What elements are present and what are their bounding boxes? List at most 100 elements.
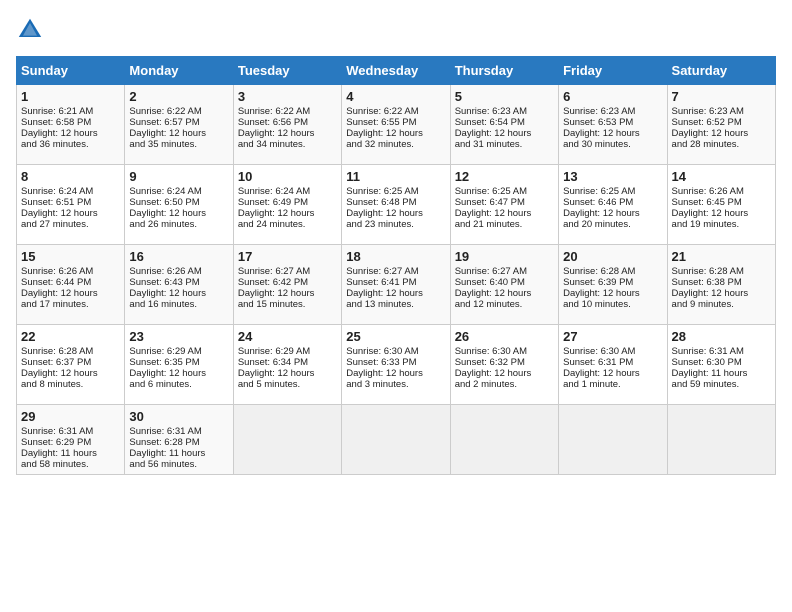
calendar-cell: 5Sunrise: 6:23 AMSunset: 6:54 PMDaylight… bbox=[450, 85, 558, 165]
day-info: Sunset: 6:41 PM bbox=[346, 277, 445, 288]
day-info: and 20 minutes. bbox=[563, 219, 662, 230]
calendar-week-4: 22Sunrise: 6:28 AMSunset: 6:37 PMDayligh… bbox=[17, 325, 776, 405]
day-info: Daylight: 12 hours bbox=[238, 208, 337, 219]
day-info: Sunset: 6:52 PM bbox=[672, 117, 771, 128]
day-info: Daylight: 11 hours bbox=[129, 448, 228, 459]
day-info: Sunset: 6:57 PM bbox=[129, 117, 228, 128]
day-info: Sunrise: 6:25 AM bbox=[346, 186, 445, 197]
header-wednesday: Wednesday bbox=[342, 57, 450, 85]
day-number: 8 bbox=[21, 169, 120, 184]
day-info: Sunset: 6:56 PM bbox=[238, 117, 337, 128]
day-number: 25 bbox=[346, 329, 445, 344]
day-info: Sunset: 6:32 PM bbox=[455, 357, 554, 368]
day-info: and 5 minutes. bbox=[238, 379, 337, 390]
calendar-cell: 2Sunrise: 6:22 AMSunset: 6:57 PMDaylight… bbox=[125, 85, 233, 165]
day-info: Sunrise: 6:21 AM bbox=[21, 106, 120, 117]
calendar-cell: 22Sunrise: 6:28 AMSunset: 6:37 PMDayligh… bbox=[17, 325, 125, 405]
day-info: Sunset: 6:30 PM bbox=[672, 357, 771, 368]
day-info: Daylight: 12 hours bbox=[563, 368, 662, 379]
calendar-week-1: 1Sunrise: 6:21 AMSunset: 6:58 PMDaylight… bbox=[17, 85, 776, 165]
day-info: Sunrise: 6:25 AM bbox=[455, 186, 554, 197]
calendar-week-5: 29 Sunrise: 6:31 AM Sunset: 6:29 PM Dayligh… bbox=[17, 405, 776, 475]
day-info: and 56 minutes. bbox=[129, 459, 228, 470]
day-number: 15 bbox=[21, 249, 120, 264]
day-info: Daylight: 12 hours bbox=[563, 288, 662, 299]
day-info: Sunrise: 6:27 AM bbox=[238, 266, 337, 277]
calendar-week-3: 15Sunrise: 6:26 AMSunset: 6:44 PMDayligh… bbox=[17, 245, 776, 325]
day-info: Sunrise: 6:30 AM bbox=[346, 346, 445, 357]
day-number: 22 bbox=[21, 329, 120, 344]
day-info: Daylight: 12 hours bbox=[21, 128, 120, 139]
calendar-cell: 4Sunrise: 6:22 AMSunset: 6:55 PMDaylight… bbox=[342, 85, 450, 165]
day-info: Daylight: 12 hours bbox=[455, 288, 554, 299]
calendar-cell: 24Sunrise: 6:29 AMSunset: 6:34 PMDayligh… bbox=[233, 325, 341, 405]
day-info: Daylight: 12 hours bbox=[346, 208, 445, 219]
calendar-cell: 7Sunrise: 6:23 AMSunset: 6:52 PMDaylight… bbox=[667, 85, 775, 165]
day-number: 10 bbox=[238, 169, 337, 184]
calendar-cell: 29Sunrise: 6:31 AMSunset: 6:29 PMDayligh… bbox=[17, 405, 125, 475]
day-info: Sunrise: 6:26 AM bbox=[129, 266, 228, 277]
calendar-cell: 30Sunrise: 6:31 AMSunset: 6:28 PMDayligh… bbox=[125, 405, 233, 475]
calendar-cell: 23Sunrise: 6:29 AMSunset: 6:35 PMDayligh… bbox=[125, 325, 233, 405]
day-info: Daylight: 12 hours bbox=[21, 208, 120, 219]
day-info: Sunset: 6:29 PM bbox=[21, 437, 120, 448]
day-info: Sunset: 6:51 PM bbox=[21, 197, 120, 208]
day-info: and 28 minutes. bbox=[672, 139, 771, 150]
day-number: 17 bbox=[238, 249, 337, 264]
day-info: Sunset: 6:42 PM bbox=[238, 277, 337, 288]
day-info: Sunset: 6:40 PM bbox=[455, 277, 554, 288]
logo-icon bbox=[16, 16, 44, 44]
day-info: and 30 minutes. bbox=[563, 139, 662, 150]
day-info: and 6 minutes. bbox=[129, 379, 228, 390]
day-number: 9 bbox=[129, 169, 228, 184]
day-info: Sunrise: 6:24 AM bbox=[238, 186, 337, 197]
calendar-cell: 8Sunrise: 6:24 AMSunset: 6:51 PMDaylight… bbox=[17, 165, 125, 245]
calendar-cell: 11Sunrise: 6:25 AMSunset: 6:48 PMDayligh… bbox=[342, 165, 450, 245]
day-number: 29 bbox=[21, 409, 120, 424]
day-info: Daylight: 12 hours bbox=[238, 368, 337, 379]
calendar-cell bbox=[233, 405, 341, 475]
day-number: 28 bbox=[672, 329, 771, 344]
day-info: Sunrise: 6:31 AM bbox=[129, 426, 228, 437]
day-number: 12 bbox=[455, 169, 554, 184]
calendar-cell bbox=[667, 405, 775, 475]
day-info: Daylight: 12 hours bbox=[346, 128, 445, 139]
page-header bbox=[16, 16, 776, 44]
day-info: Daylight: 12 hours bbox=[672, 208, 771, 219]
day-info: Sunset: 6:54 PM bbox=[455, 117, 554, 128]
header-sunday: Sunday bbox=[17, 57, 125, 85]
day-info: Daylight: 12 hours bbox=[129, 208, 228, 219]
day-info: Sunset: 6:48 PM bbox=[346, 197, 445, 208]
calendar-header-row: SundayMondayTuesdayWednesdayThursdayFrid… bbox=[17, 57, 776, 85]
day-info: Sunset: 6:55 PM bbox=[346, 117, 445, 128]
day-number: 23 bbox=[129, 329, 228, 344]
day-info: and 34 minutes. bbox=[238, 139, 337, 150]
day-info: and 26 minutes. bbox=[129, 219, 228, 230]
calendar-cell bbox=[342, 405, 450, 475]
day-info: Daylight: 12 hours bbox=[672, 128, 771, 139]
day-info: Sunset: 6:33 PM bbox=[346, 357, 445, 368]
day-info: Daylight: 12 hours bbox=[455, 368, 554, 379]
day-number: 5 bbox=[455, 89, 554, 104]
day-info: and 32 minutes. bbox=[346, 139, 445, 150]
day-info: and 8 minutes. bbox=[21, 379, 120, 390]
day-info: Daylight: 12 hours bbox=[21, 288, 120, 299]
logo bbox=[16, 16, 48, 44]
day-number: 19 bbox=[455, 249, 554, 264]
day-number: 26 bbox=[455, 329, 554, 344]
day-number: 16 bbox=[129, 249, 228, 264]
day-info: Sunset: 6:47 PM bbox=[455, 197, 554, 208]
day-info: Sunset: 6:53 PM bbox=[563, 117, 662, 128]
calendar-cell: 12Sunrise: 6:25 AMSunset: 6:47 PMDayligh… bbox=[450, 165, 558, 245]
day-number: 3 bbox=[238, 89, 337, 104]
day-info: Daylight: 12 hours bbox=[238, 288, 337, 299]
day-info: Daylight: 12 hours bbox=[455, 128, 554, 139]
day-info: Sunrise: 6:28 AM bbox=[672, 266, 771, 277]
calendar-cell: 26Sunrise: 6:30 AMSunset: 6:32 PMDayligh… bbox=[450, 325, 558, 405]
day-info: Sunset: 6:43 PM bbox=[129, 277, 228, 288]
day-number: 13 bbox=[563, 169, 662, 184]
day-info: Daylight: 12 hours bbox=[563, 208, 662, 219]
calendar-table: SundayMondayTuesdayWednesdayThursdayFrid… bbox=[16, 56, 776, 475]
day-info: Sunset: 6:58 PM bbox=[21, 117, 120, 128]
calendar-cell bbox=[559, 405, 667, 475]
